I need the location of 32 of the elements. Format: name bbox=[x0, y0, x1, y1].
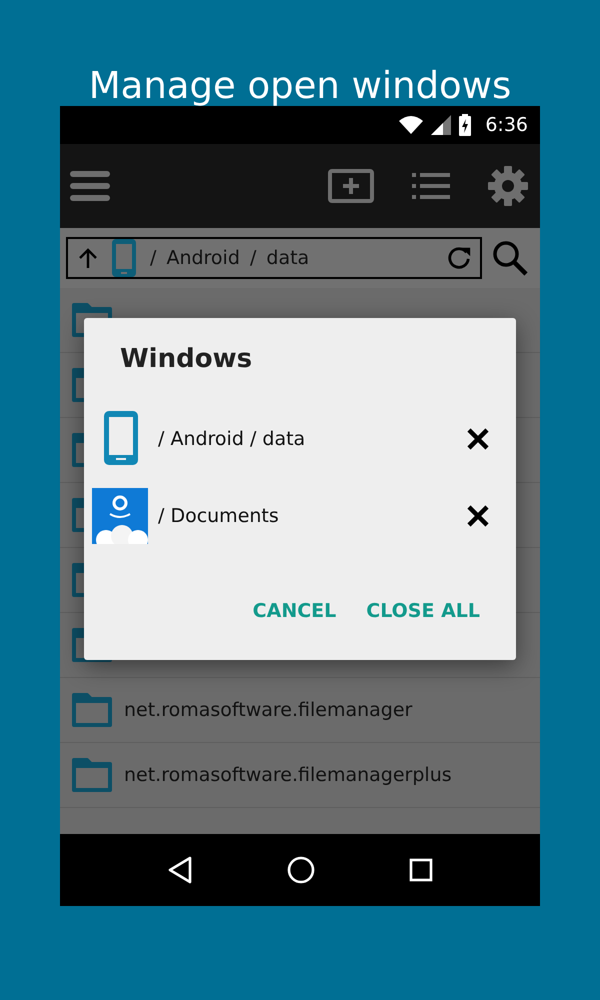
phone-icon bbox=[112, 239, 136, 277]
window-item[interactable]: / Android / data bbox=[92, 400, 490, 477]
path-bar[interactable]: / Android / data bbox=[66, 237, 482, 279]
folder-name: net.romasoftware.filemanagerplus bbox=[124, 764, 452, 786]
folder-icon bbox=[72, 758, 112, 792]
refresh-icon[interactable] bbox=[446, 245, 472, 271]
path-text: / Android / data bbox=[150, 247, 310, 269]
dialog-title: Windows bbox=[120, 344, 252, 374]
up-arrow-icon[interactable] bbox=[78, 247, 98, 269]
search-icon[interactable] bbox=[492, 240, 528, 276]
clock-time: 6:36 bbox=[485, 114, 528, 136]
close-icon[interactable] bbox=[466, 426, 490, 450]
list-icon[interactable] bbox=[412, 173, 450, 199]
window-path: / Android / data bbox=[158, 428, 306, 450]
folder-name: net.romasoftware.filemanager bbox=[124, 699, 412, 721]
window-item[interactable]: / Documents bbox=[92, 477, 490, 554]
page-heading: Manage open windows bbox=[88, 63, 512, 106]
wifi-icon bbox=[399, 115, 424, 135]
signal-icon bbox=[431, 115, 452, 135]
battery-icon bbox=[459, 114, 472, 136]
close-icon[interactable] bbox=[466, 504, 490, 528]
window-path: / Documents bbox=[158, 504, 279, 526]
dialog-button[interactable]: CLOSE ALL bbox=[356, 592, 490, 630]
folder-icon bbox=[72, 693, 112, 727]
home-icon[interactable] bbox=[287, 856, 315, 884]
back-icon[interactable] bbox=[167, 856, 193, 884]
dialog-button[interactable]: CANCEL bbox=[242, 592, 346, 630]
settings-icon[interactable] bbox=[488, 166, 528, 206]
new-window-icon[interactable] bbox=[328, 169, 374, 203]
cloud-drive-icon bbox=[92, 488, 148, 544]
menu-icon[interactable] bbox=[70, 169, 110, 203]
recents-icon[interactable] bbox=[409, 858, 433, 882]
